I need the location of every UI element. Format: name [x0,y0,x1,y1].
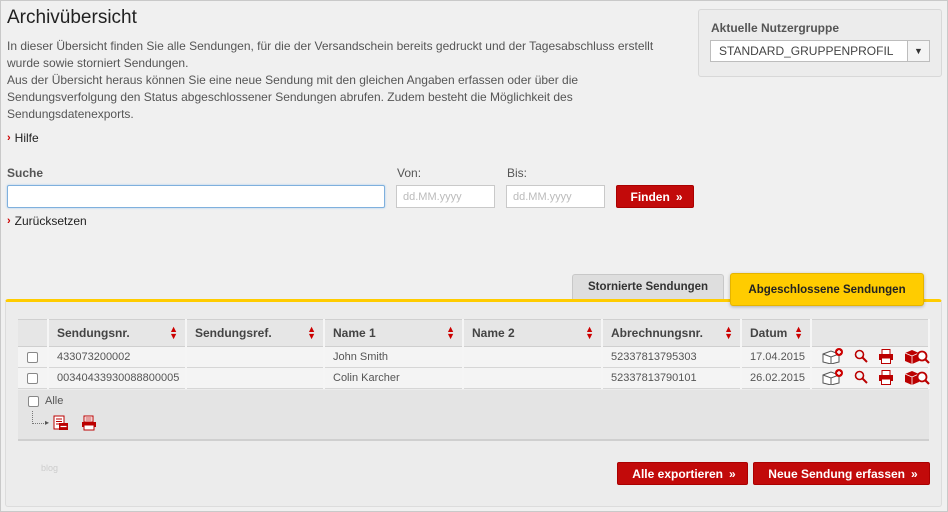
from-date-placeholder: dd.MM.yyyy [403,190,462,203]
footer-small-text: blog [41,463,59,473]
sort-icon[interactable]: ▲ ▼ [169,325,178,341]
cell-sendungsnr: 00340433930088800005 [48,367,187,389]
column-header-abrechnungsnr[interactable]: Abrechnungsnr. ▲ ▼ [602,319,742,347]
print-icon[interactable] [878,369,894,387]
header-actions-col [811,319,930,347]
from-date-field[interactable]: dd.MM.yyyy [396,185,495,208]
track-package-icon[interactable] [904,369,930,387]
column-header-datum[interactable]: Datum ▲ ▼ [741,319,812,347]
page-title: Archivübersicht [7,7,137,28]
tab-label: Abgeschlossene Sendungen [748,283,906,296]
find-button[interactable]: Finden » [616,185,694,208]
cell-name1: John Smith [324,346,464,368]
user-group-value: STANDARD_GRUPPENPROFIL [719,44,894,58]
arrow-right-icon: ▸ [45,418,50,427]
sort-icon[interactable]: ▲ ▼ [585,325,594,341]
track-package-icon[interactable] [904,348,930,366]
to-date-placeholder: dd.MM.yyyy [513,190,572,203]
cell-abrechnungsnr: 52337813795303 [602,346,742,368]
table-header-row: Sendungsnr. ▲ ▼ Sendungsref. ▲ ▼ Name 1 ▲ ▼ Na… [18,319,930,347]
table-row: 433073200002 John Smith 52337813795303 1… [18,346,930,368]
table-row: 00340433930088800005 Colin Karcher 52337… [18,367,930,389]
cell-datum: 17.04.2015 [741,346,812,368]
to-date-field[interactable]: dd.MM.yyyy [506,185,605,208]
shipments-table: Sendungsnr. ▲ ▼ Sendungsref. ▲ ▼ Name 1 ▲ ▼ Na… [18,319,930,389]
sort-icon[interactable]: ▲ ▼ [794,325,803,341]
column-header-sendungsnr[interactable]: Sendungsnr. ▲ ▼ [48,319,187,347]
row-checkbox[interactable] [27,351,38,363]
help-link[interactable]: › Hilfe [7,131,39,145]
user-group-select[interactable]: STANDARD_GRUPPENPROFIL ▼ [710,40,930,62]
intro-line: Sendungsdatenexports. [7,107,134,121]
search-icon[interactable] [854,349,868,365]
tab-cancelled-shipments[interactable]: Stornierte Sendungen [572,274,724,299]
tree-connector [32,411,46,424]
chevron-right-icon: › [7,215,11,227]
double-chevron-right-icon: » [911,466,917,481]
cell-name1: Colin Karcher [324,367,464,389]
from-date-label: Von: [397,166,422,180]
intro-line: Sendungsverfolgung den Status abgeschlos… [7,90,573,104]
reset-link-label: Zurücksetzen [14,214,87,228]
double-chevron-right-icon: » [729,466,735,481]
tab-label: Stornierte Sendungen [587,281,709,293]
select-all-checkbox[interactable] [28,395,39,407]
select-all-label: Alle [45,395,64,407]
double-chevron-right-icon: » [675,189,682,204]
print-icon[interactable] [878,348,894,366]
column-header-sendungsref[interactable]: Sendungsref. ▲ ▼ [186,319,325,347]
sort-icon[interactable]: ▲ ▼ [446,325,455,341]
column-header-name1[interactable]: Name 1 ▲ ▼ [324,319,464,347]
user-group-label: Aktuelle Nutzergruppe [711,21,840,35]
column-header-name2[interactable]: Name 2 ▲ ▼ [463,319,603,347]
search-label: Suche [7,166,44,180]
intro-line: In dieser Übersicht finden Sie alle Send… [7,39,654,53]
export-csv-icon[interactable] [53,415,69,433]
new-package-icon[interactable] [822,348,844,366]
to-date-label: Bis: [507,166,528,180]
reset-link[interactable]: › Zurücksetzen [7,214,87,228]
intro-text: In dieser Übersicht finden Sie alle Send… [7,38,707,123]
cell-name2 [463,367,603,389]
cell-sendungsref [186,346,325,368]
tab-completed-shipments[interactable]: Abgeschlossene Sendungen [730,273,924,306]
row-checkbox-cell [18,346,49,368]
cell-name2 [463,346,603,368]
intro-line: wurde sowie storniert Sendungen. [7,56,189,70]
cell-datum: 26.02.2015 [741,367,812,389]
new-shipment-button[interactable]: Neue Sendung erfassen » [753,462,930,485]
print-icon[interactable] [81,415,97,433]
search-icon[interactable] [854,370,868,386]
help-link-label: Hilfe [14,131,39,145]
export-all-label: Alle exportieren [632,466,723,481]
cell-actions [811,367,930,389]
new-package-icon[interactable] [822,369,844,387]
intro-line: Aus der Übersicht heraus können Sie eine… [7,73,579,87]
sort-icon[interactable]: ▲ ▼ [307,325,316,341]
find-button-label: Finden [630,189,670,204]
select-all[interactable]: Alle [28,395,63,407]
bulk-actions-row: Alle ▸ [18,390,929,441]
archive-page: Archivübersicht In dieser Übersicht find… [0,0,948,512]
cell-abrechnungsnr: 52337813790101 [602,367,742,389]
user-group-panel: Aktuelle Nutzergruppe STANDARD_GRUPPENPR… [698,9,942,77]
chevron-down-icon[interactable]: ▼ [907,41,929,61]
row-checkbox-cell [18,367,49,389]
export-all-button[interactable]: Alle exportieren » [617,462,748,485]
cell-sendungsnr: 433073200002 [48,346,187,368]
search-input[interactable] [7,185,385,208]
new-shipment-label: Neue Sendung erfassen [768,466,906,481]
cell-actions [811,346,930,368]
sort-icon[interactable]: ▲ ▼ [724,325,733,341]
row-checkbox[interactable] [27,372,38,384]
cell-sendungsref [186,367,325,389]
header-checkbox-col [18,319,49,347]
chevron-right-icon: › [7,132,11,144]
